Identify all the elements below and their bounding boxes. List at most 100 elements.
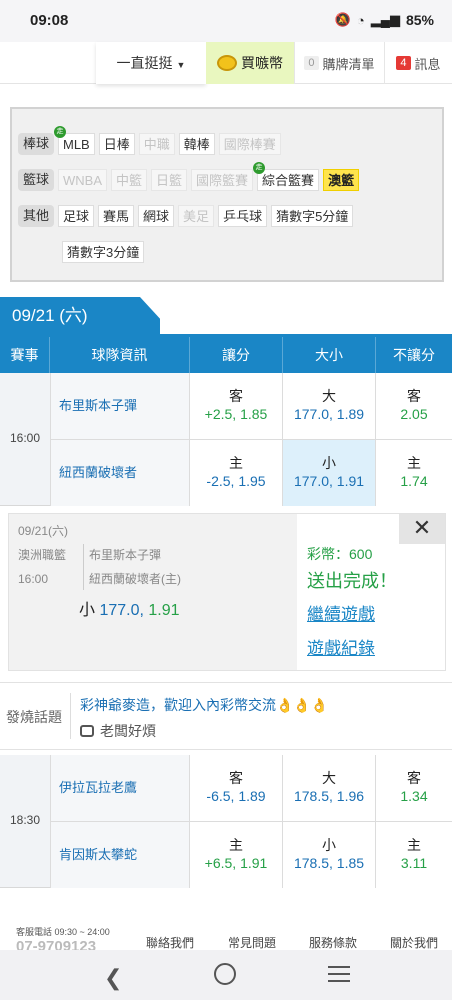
odds-spread-home[interactable]: 主 -2.5, 1.95 [190,440,283,506]
odds-side: 大 [322,388,336,404]
signal-icon: ▂▄▆ [370,12,400,27]
odds-side: 主 [407,837,421,853]
bet-time: 16:00 [18,572,49,586]
odds-ml-home[interactable]: 主 3.11 [376,822,452,888]
bet-side: 小 [79,602,96,619]
messages-label: 訊息 [414,56,441,72]
odds-side: 大 [322,770,336,786]
close-icon[interactable]: ✕ [399,514,445,544]
chip-horse-racing[interactable]: 賽馬 [98,205,135,227]
bet-date: 09/21(六) [18,524,69,538]
header-spread: 讓分 [190,337,283,373]
chip-label: MLB [63,137,90,152]
date-tab: 09/21 (六) [0,297,160,335]
bet-confirmation-popup: 09/21(六) 澳洲職籃 16:00 布里斯本子彈 紐西蘭破壞者(主) 小 1… [8,513,446,671]
footer: 客服電話 09:30 ~ 24:00 07-9709123 聯絡我們 常見問題 … [0,915,452,955]
user-dropdown[interactable]: 一直挺挺 ▼ [96,42,206,84]
game-history-link[interactable]: 遊戲紀錄 [307,634,375,659]
bet-selection: 小 177.0, 1.91 [79,596,180,620]
odds-value: 3.11 [400,855,428,871]
buy-coins-label: 買嗾幣 [241,55,283,71]
hot-topic-bar: 發燒話題 彩神爺麥造，歡迎入內彩幣交流👌👌👌 老闆好煩 [0,682,452,750]
odds-total-over[interactable]: 大 178.5, 1.96 [283,755,376,821]
status-time: 09:08 [30,12,69,29]
chip-guess-3min[interactable]: 猜數字3分鐘 [62,241,145,263]
odds-value: 177.0, 1.89 [293,406,365,422]
odds-ml-away[interactable]: 客 2.05 [376,373,452,439]
chip-guess-5min[interactable]: 猜數字5分鐘 [271,205,354,227]
footer-link-about[interactable]: 關於我們 [390,934,438,951]
chip-tennis[interactable]: 網球 [138,205,175,227]
footer-link-terms[interactable]: 服務條款 [309,934,357,951]
chip-soccer[interactable]: 足球 [58,205,95,227]
home-icon[interactable] [214,963,236,985]
game-row-1: 16:00 布里斯本子彈 客 +2.5, 1.85 大 177.0, 1.89 … [0,373,452,506]
chip-sbl: 中籃 [111,169,148,191]
chip-nbl-active[interactable]: 澳籃 [323,169,360,191]
team-home: 紐西蘭破壞者 [50,440,190,506]
header-moneyline: 不讓分 [393,347,435,363]
coin-icon [217,55,237,71]
chip-mixed-basketball[interactable]: 走綜合籃賽 [253,162,320,191]
chip-wnba: WNBA [58,169,107,191]
odds-ml-away[interactable]: 客 1.34 [376,755,452,821]
odds-value: -6.5, 1.89 [206,788,266,804]
game-row-2: 18:30 伊拉瓦拉老鷹 客 -6.5, 1.89 大 178.5, 1.96 … [0,755,452,888]
odds-spread-away[interactable]: 客 -6.5, 1.89 [190,755,283,821]
odds-side: 客 [229,388,243,404]
odds-spread-away[interactable]: 客 +2.5, 1.85 [190,373,283,439]
odds-table-header: 賽事 球隊資訊 讓分 大小 不讓分 [0,337,452,373]
category-row-basketball: 籃球 WNBA 中籃 日籃 國際籃賽 走綜合籃賽 澳籃 [18,162,360,191]
cart-label: 購牌清單 [322,56,375,72]
chip-npb[interactable]: 日棒 [98,133,135,155]
category-head-other[interactable]: 其他 [18,205,54,227]
submit-success: 送出完成！ [307,571,397,591]
category-head-basketball[interactable]: 籃球 [18,169,54,191]
continue-game-link[interactable]: 繼續遊戲 [307,600,375,625]
category-panel: 棒球 走 MLB 日棒 中職 韓棒 國際棒賽 籃球 WNBA 中籃 日籃 國際籃賽… [10,107,444,282]
cart-button[interactable]: 0 購牌清單 [294,42,384,84]
hot-topic-author: 老闆好煩 [80,721,156,741]
odds-total-over[interactable]: 大 177.0, 1.89 [283,373,376,439]
odds-side: 客 [407,770,421,786]
odds-value: 178.5, 1.85 [293,855,365,871]
odds-side: 小 [322,837,336,853]
odds-side: 客 [407,388,421,404]
team-home: 肯因斯太攀蛇 [50,822,190,888]
odds-spread-home[interactable]: 主 +6.5, 1.91 [190,822,283,888]
odds-side: 主 [407,455,421,471]
footer-link-faq[interactable]: 常見問題 [228,934,276,951]
user-dropdown-label: 一直挺挺 [116,55,173,71]
status-icons: 🔕 ◔ ▂▄▆ 85% [335,12,434,28]
category-head-baseball[interactable]: 棒球 [18,133,54,155]
chip-american-football: 美足 [178,205,215,227]
odds-side: 小 [322,455,336,471]
odds-ml-home[interactable]: 主 1.74 [376,440,452,506]
odds-total-under-selected[interactable]: 小 177.0, 1.91 [283,440,376,506]
bet-odds: 1.91 [148,602,180,619]
hot-topic-message[interactable]: 彩神爺麥造，歡迎入內彩幣交流👌👌👌 [80,695,328,715]
chip-kbo[interactable]: 韓棒 [178,133,215,155]
odds-value: 178.5, 1.96 [293,788,365,804]
system-nav-bar: ❮ [0,950,452,1000]
back-icon[interactable]: ❮ [104,965,122,991]
hot-topic-label: 發燒話題 [6,709,62,725]
buy-coins-button[interactable]: 買嗾幣 [206,42,294,84]
header-event: 賽事 [0,337,50,373]
odds-value: 2.05 [400,406,428,422]
coin-balance: 彩幣：600 [307,546,373,562]
odds-value: -2.5, 1.95 [206,473,266,489]
odds-total-under[interactable]: 小 178.5, 1.85 [283,822,376,888]
odds-value: 177.0, 1.91 [293,473,365,489]
divider [83,544,84,590]
game-time: 18:30 [9,813,41,827]
recent-apps-icon[interactable] [328,966,350,987]
divider [70,693,71,739]
team-away: 布里斯本子彈 [50,373,190,439]
chip-mlb[interactable]: 走 MLB [54,126,95,155]
chip-table-tennis[interactable]: 乒乓球 [218,205,268,227]
category-row-baseball: 棒球 走 MLB 日棒 中職 韓棒 國際棒賽 [18,126,281,155]
chip-label: 綜合籃賽 [262,173,315,188]
messages-button[interactable]: 4 訊息 [384,42,452,84]
footer-link-contact[interactable]: 聯絡我們 [146,934,194,951]
